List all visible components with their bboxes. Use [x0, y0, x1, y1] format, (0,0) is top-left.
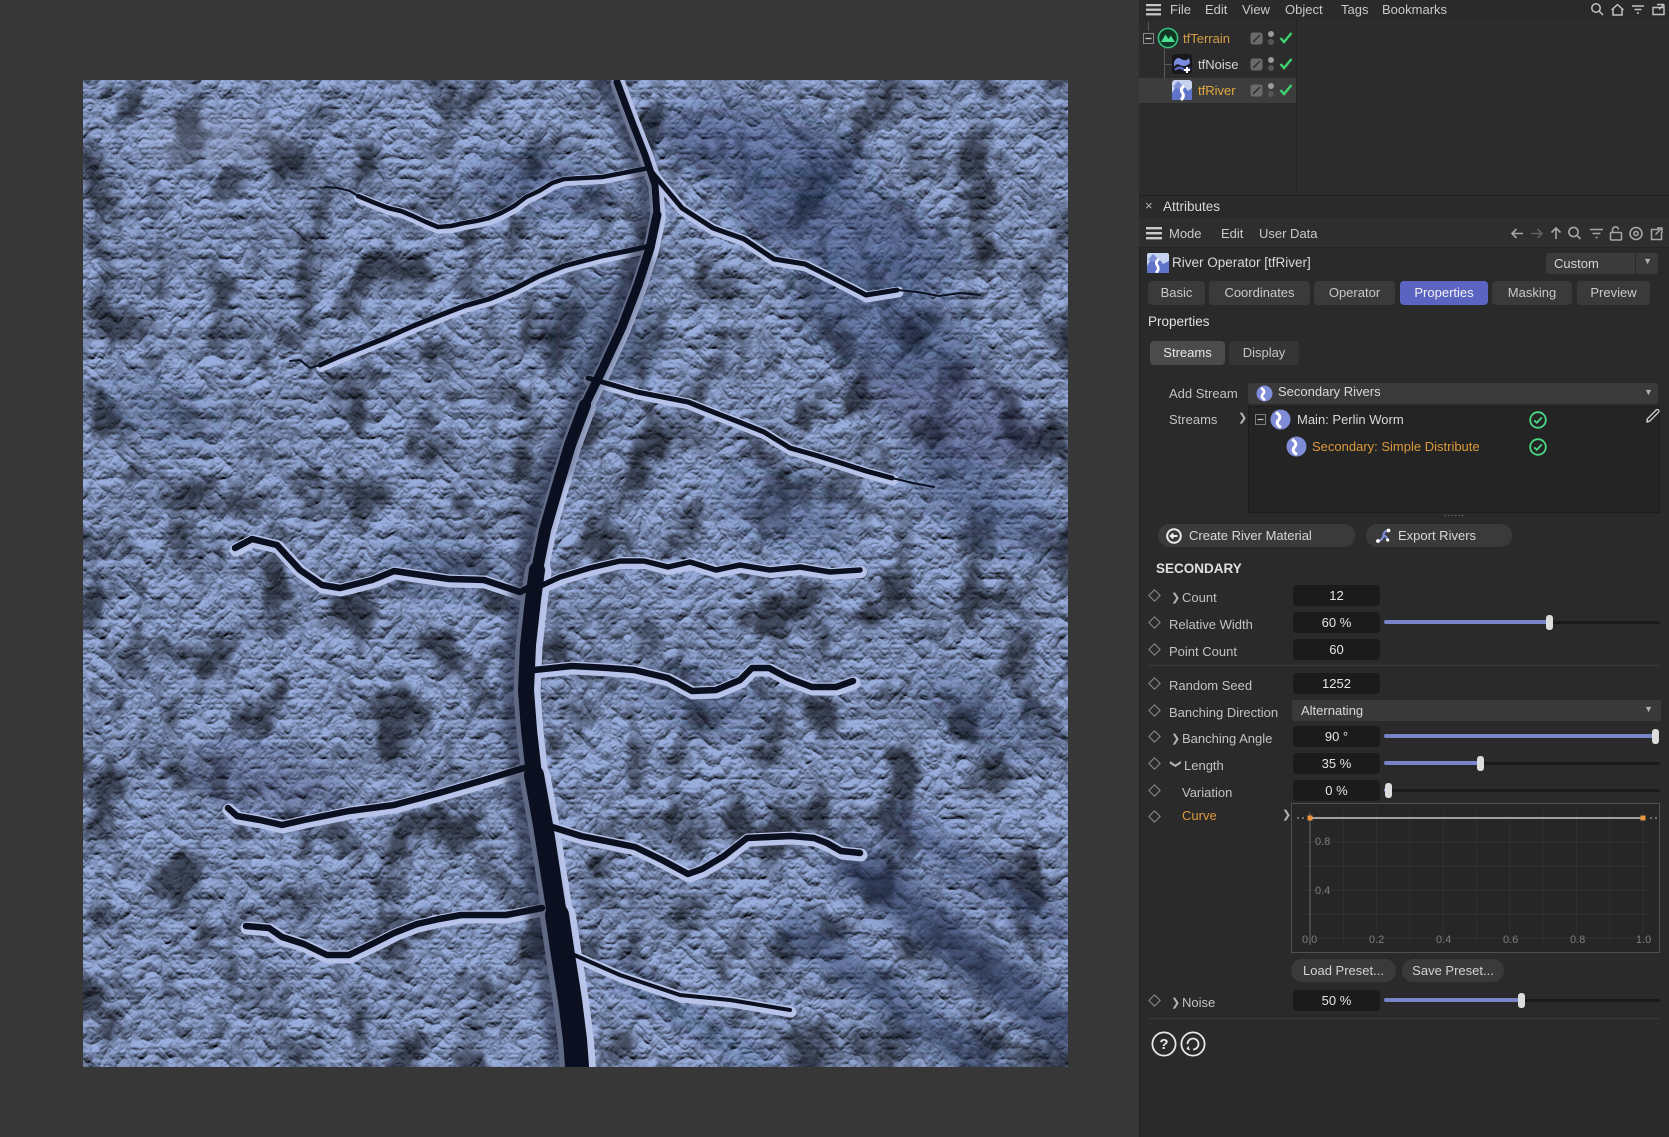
svg-text:0.8: 0.8	[1570, 934, 1585, 946]
svg-text:0.6: 0.6	[1503, 934, 1518, 946]
svg-text:?: ?	[1159, 1036, 1168, 1053]
svg-text:0.0: 0.0	[1302, 934, 1317, 946]
svg-text:0.8: 0.8	[1315, 836, 1330, 848]
svg-text:0.4: 0.4	[1315, 885, 1330, 897]
svg-text:0.4: 0.4	[1436, 934, 1451, 946]
svg-text:0.2: 0.2	[1369, 934, 1384, 946]
svg-text:1.0: 1.0	[1636, 934, 1651, 946]
